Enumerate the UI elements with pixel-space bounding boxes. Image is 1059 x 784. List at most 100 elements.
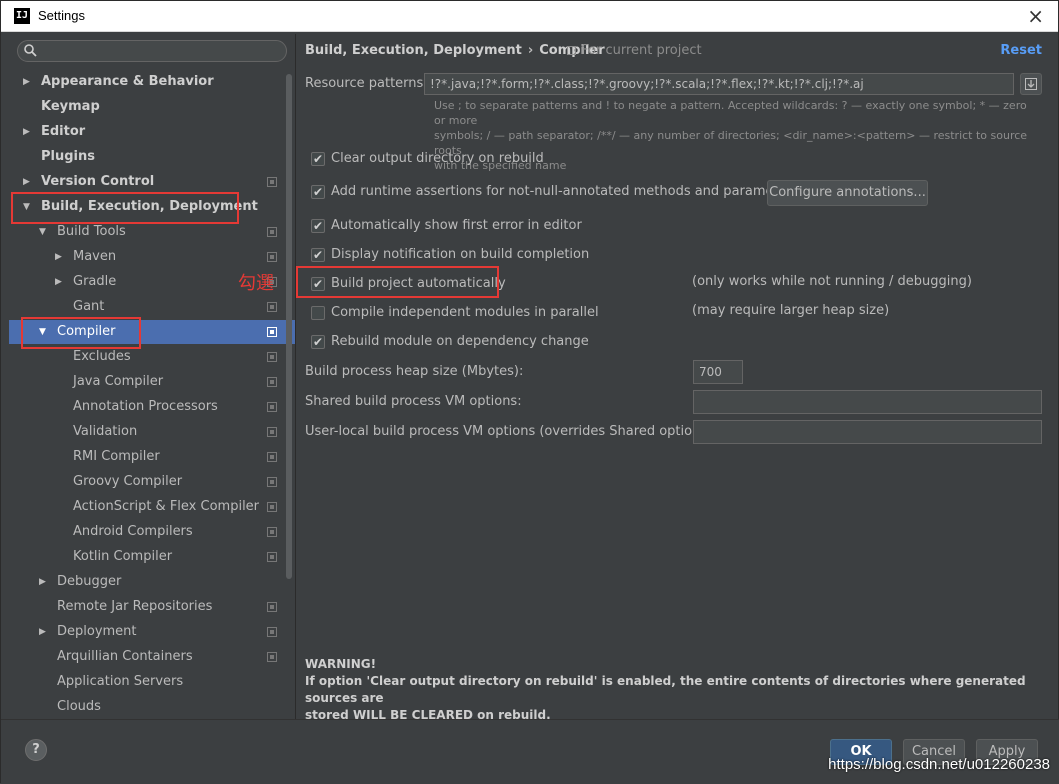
tree-item-label: Groovy Compiler [73,474,183,489]
tree-item[interactable]: ▶ Deployment [9,620,295,644]
project-scope-icon [267,377,277,387]
checkbox[interactable]: ✔ [311,185,325,199]
tree-item[interactable]: ▶ Version Control [9,170,295,194]
tree-item-label: Editor [41,124,86,139]
tree-item-label: Debugger [57,574,122,589]
breadcrumb-parent: Build, Execution, Deployment [305,43,522,58]
chevron-right-icon[interactable]: ▶ [23,120,33,144]
checkbox-label: Automatically show first error in editor [331,218,582,233]
project-scope-icon [267,477,277,487]
checkbox-label: Display notification on build completion [331,247,590,262]
shared-vm-label: Shared build process VM options: [305,394,522,409]
tree-item[interactable]: ActionScript & Flex Compiler [9,495,295,519]
search-icon [24,44,37,57]
tree-item-label: Appearance & Behavior [41,74,214,89]
expand-field-button[interactable] [1020,73,1042,95]
heap-size-input[interactable]: 700 [693,360,743,384]
search-input[interactable] [17,40,287,62]
shared-vm-input[interactable] [693,390,1042,414]
project-scope-icon [267,527,277,537]
tree-item[interactable]: Groovy Compiler [9,470,295,494]
breadcrumb: Build, Execution, Deployment › Compiler [305,43,605,58]
project-scope-icon [267,227,277,237]
tree-item-label: Validation [73,424,138,439]
tree-item[interactable]: Remote Jar Repositories [9,595,295,619]
reset-link[interactable]: Reset [1000,43,1042,58]
build-auto-note: (only works while not running / debuggin… [692,274,972,289]
project-scope-icon [267,352,277,362]
chevron-right-icon[interactable]: ▶ [55,270,65,294]
highlight-build-automatically [296,266,499,298]
tree-item-label: ActionScript & Flex Compiler [73,499,260,514]
chevron-right-icon[interactable]: ▶ [39,570,49,594]
scope-text: For current project [581,43,702,58]
warning-line-1: If option 'Clear output directory on reb… [305,674,1026,705]
project-scope-icon [267,302,277,312]
scope-indicator: For current project [567,43,702,58]
tree-item-label: Java Compiler [73,374,164,389]
tree-scrollbar[interactable] [286,74,292,579]
tree-item-label: Annotation Processors [73,399,218,414]
window-title: Settings [38,8,85,23]
parallel-note: (may require larger heap size) [692,303,890,318]
tree-item-label: Gradle [73,274,117,289]
checkbox[interactable]: ✔ [311,219,325,233]
expand-icon [1025,78,1037,90]
tree-item[interactable]: Gant [9,295,295,319]
compiler-settings-panel: Build, Execution, Deployment › Compiler Fo… [296,34,1054,722]
warning-title: WARNING! [305,657,377,671]
chevron-right-icon[interactable]: ▶ [55,245,65,269]
tree-item[interactable]: ▶ Appearance & Behavior [9,70,295,94]
help-line-1: Use ; to separate patterns and ! to nega… [434,99,1027,127]
project-scope-icon [267,177,277,187]
project-scope-icon [567,46,576,55]
checkbox[interactable]: ✔ [311,248,325,262]
project-scope-icon [267,552,277,562]
configure-annotations-button[interactable]: Configure annotations... [767,180,928,206]
user-vm-input[interactable] [693,420,1042,444]
tree-item[interactable]: Plugins [9,145,295,169]
resource-patterns-input[interactable]: !?*.java;!?*.form;!?*.class;!?*.groovy;!… [424,73,1014,95]
user-vm-label: User-local build process VM options (ove… [305,424,717,439]
highlight-build-execution [11,192,239,224]
watermark-url: https://blog.csdn.net/u012260238 [828,756,1050,773]
checkbox-label: Add runtime assertions for not-null-anno… [331,184,799,199]
highlight-compiler [21,317,141,349]
tree-item-label: Deployment [57,624,137,639]
tree-item[interactable]: ▶ Maven [9,245,295,269]
tree-item[interactable]: Android Compilers [9,520,295,544]
tree-item[interactable]: Keymap [9,95,295,119]
checkbox[interactable]: ✔ [311,152,325,166]
tree-item-label: Android Compilers [73,524,193,539]
tree-item-label: Gant [73,299,105,314]
tree-item[interactable]: Annotation Processors [9,395,295,419]
tree-item[interactable]: Java Compiler [9,370,295,394]
tree-item-label: RMI Compiler [73,449,160,464]
project-scope-icon [267,452,277,462]
tree-item-label: Arquillian Containers [57,649,193,664]
tree-item-label: Plugins [41,149,95,164]
close-icon[interactable]: × [1027,4,1044,28]
tree-item[interactable]: Application Servers [9,670,295,694]
title-bar: IJ Settings × [1,1,1058,32]
tree-item[interactable]: ▶ Editor [9,120,295,144]
tree-item[interactable]: Clouds [9,695,295,719]
warning-message: WARNING! If option 'Clear output directo… [305,656,1045,724]
tree-item-label: Application Servers [57,674,184,689]
tree-item-label: Maven [73,249,117,264]
tree-item[interactable]: ▶ Debugger [9,570,295,594]
project-scope-icon [267,502,277,512]
chevron-right-icon[interactable]: ▶ [23,70,33,94]
project-scope-icon [267,427,277,437]
help-button[interactable]: ? [25,739,47,761]
chevron-right-icon[interactable]: ▶ [39,620,49,644]
tree-item[interactable]: Arquillian Containers [9,645,295,669]
checkbox[interactable] [311,306,325,320]
checkbox[interactable]: ✔ [311,335,325,349]
checkbox-label: Clear output directory on rebuild [331,151,544,166]
tree-item[interactable]: Kotlin Compiler [9,545,295,569]
tree-item[interactable]: Validation [9,420,295,444]
tree-item[interactable]: RMI Compiler [9,445,295,469]
project-scope-icon [267,652,277,662]
chevron-right-icon[interactable]: ▶ [23,170,33,194]
